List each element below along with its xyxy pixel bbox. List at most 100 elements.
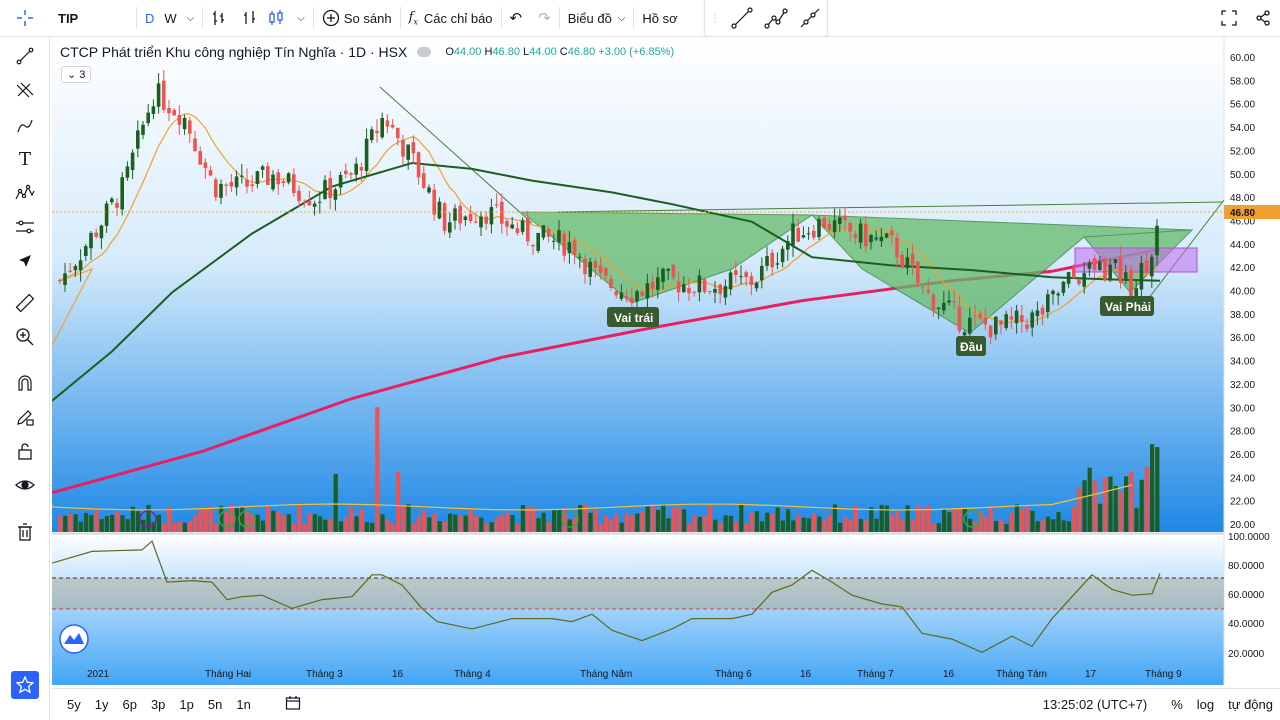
legend-hide-icon[interactable] [417,47,432,57]
interval-dropdown-chevron-icon[interactable]: ⌵ [179,0,203,37]
candle-body [676,281,681,293]
pattern-tool-icon[interactable] [11,179,39,207]
volume-bar [271,510,276,532]
magnet-icon[interactable] [11,369,39,397]
chart-legend[interactable]: CTCP Phát triển Khu công nghiệp Tín Nghĩ… [60,44,674,60]
fullscreen-icon[interactable] [1212,0,1246,37]
interval-week-button[interactable]: W [162,0,178,37]
auto-scale-toggle[interactable]: tự động [1221,697,1280,712]
fib-tool-icon[interactable] [11,77,39,105]
trash-icon[interactable] [11,518,39,546]
range-6m[interactable]: 6p [115,697,143,712]
profile-button[interactable]: Hồ sơ [634,0,685,37]
time-tick-label: Tháng 6 [715,669,752,680]
star-favorites-icon[interactable] [11,671,39,699]
candle-body [770,252,774,268]
label-left-shoulder[interactable]: Vai trái [607,307,659,327]
clock-timezone[interactable]: 13:25:02 (UTC+7) [1036,697,1154,712]
brush-tool-icon[interactable] [11,112,39,140]
label-right-shoulder[interactable]: Vai Phải [1100,296,1154,316]
volume-bar [765,512,770,532]
ray-icon[interactable] [798,6,822,30]
candle-body [983,317,988,325]
indicators-button[interactable]: fx Các chỉ báo [401,0,501,37]
price-tick-label: 22.00 [1230,497,1255,508]
price-tick-label: 24.00 [1230,473,1255,484]
candle-body [130,152,135,170]
range-5y[interactable]: 5y [60,697,88,712]
range-1m[interactable]: 1p [172,697,200,712]
volume-bar [645,506,650,532]
candle-body [687,287,691,294]
range-1y[interactable]: 1y [88,697,116,712]
bar-chart-type-icon[interactable] [203,0,237,37]
candle-body [172,110,176,116]
unlock-icon[interactable] [11,437,39,465]
candle-body [1056,293,1060,296]
volume-bar [593,508,598,532]
candles-icon[interactable] [263,0,289,37]
candle-body [968,317,972,334]
candle-body [1155,225,1159,256]
volume-bar [401,504,406,532]
volume-bar [822,519,827,532]
compare-button[interactable]: So sánh [314,0,400,37]
trend-line-tool-icon[interactable] [11,42,39,70]
volume-bar [182,522,187,532]
left-drawing-toolbar: T [0,37,50,720]
price-tick-label: 56.00 [1230,100,1255,111]
volume-bar [692,515,697,532]
volume-bar [385,519,390,532]
forecast-tool-icon[interactable] [11,213,39,241]
zoom-in-icon[interactable] [11,323,39,351]
candle-body [775,263,780,265]
range-1d[interactable]: 1n [229,697,257,712]
candle-body [354,163,358,175]
candle-body [229,181,234,187]
rsi-band [52,578,1224,609]
volume-bar [281,515,286,532]
label-head[interactable]: Đầu [956,336,986,356]
candle-body [656,277,660,290]
trend-line-icon[interactable] [730,6,754,30]
range-5d[interactable]: 5n [201,697,229,712]
text-tool-icon[interactable]: T [11,145,39,173]
candle-body [848,222,852,232]
share-icon[interactable] [1246,0,1280,37]
volume-bar [614,514,619,532]
chart-layout-button[interactable]: Biểu đồ ⌵ [560,0,634,37]
price-tick-label: 32.00 [1230,380,1255,391]
crosshair-icon[interactable] [0,0,50,37]
candle-body [302,201,306,203]
candle-body [156,83,161,107]
candle-body [1009,316,1014,320]
tradingview-logo-icon[interactable] [59,624,89,654]
symbol-search[interactable]: TIP [50,0,136,37]
lock-drawing-pencil-icon[interactable] [11,403,39,431]
ohlc-bars-icon[interactable] [237,0,263,37]
log-toggle[interactable]: log [1190,697,1221,712]
ruler-icon[interactable] [11,289,39,317]
range-3m[interactable]: 3p [144,697,172,712]
redo-icon[interactable]: ↷ [530,0,559,37]
drag-handle-icon[interactable]: ⋮ [710,13,720,24]
polyline-icon[interactable] [764,6,788,30]
candle-body [94,232,98,237]
cursor-arrow-icon[interactable] [11,247,39,275]
percent-toggle[interactable]: % [1164,697,1190,712]
undo-icon[interactable]: ↶ [502,0,531,37]
chart-type-chevron-icon[interactable]: ⌵ [289,0,313,37]
indicators-collapse-toggle[interactable]: ⌄ 3 [61,66,92,83]
price-chart[interactable]: 60.0058.0056.0054.0052.0050.0048.0046.00… [44,37,1280,685]
volume-bar [515,523,520,532]
candle-body [858,223,863,243]
candle-body [416,152,421,178]
go-to-date-icon[interactable] [278,695,308,714]
interval-day-button[interactable]: D [137,0,162,37]
volume-bar [422,510,427,532]
eye-icon[interactable] [11,471,39,499]
fx-icon: fx [408,9,418,27]
volume-bar [323,519,328,532]
chart-area[interactable]: 60.00 58.00 56.00 54.00 52.00 50.00 48.00 46.00… [44,37,1280,685]
volume-bar [650,505,655,532]
